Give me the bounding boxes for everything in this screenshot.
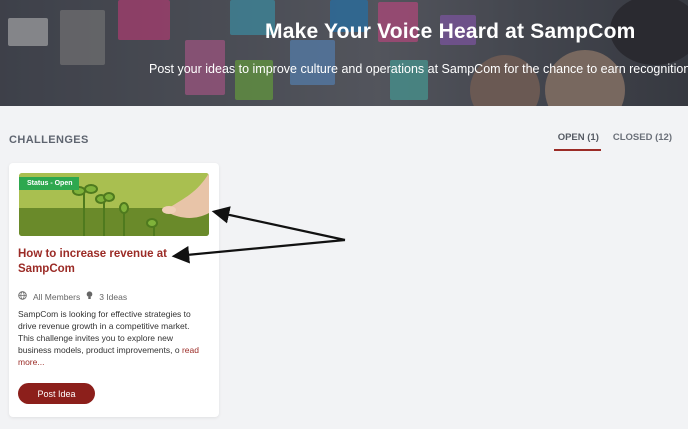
challenge-card[interactable]: Status - Open (9, 163, 219, 417)
challenge-image: Status - Open (19, 173, 209, 236)
tab-closed[interactable]: CLOSED (12) (609, 132, 674, 151)
audience-label: All Members (33, 291, 81, 302)
hero-title: Make Your Voice Heard at SampCom (265, 20, 636, 43)
status-badge: Status - Open (19, 177, 79, 190)
lightbulb-icon (86, 291, 93, 302)
challenge-description: SampCom is looking for effective strateg… (18, 308, 204, 368)
ideas-count: 3 Ideas (99, 291, 128, 302)
post-idea-button[interactable]: Post Idea (18, 383, 95, 404)
globe-icon (18, 291, 27, 302)
tab-open[interactable]: OPEN (1) (553, 132, 601, 151)
challenge-tabs: OPEN (1) CLOSED (12) (553, 132, 674, 151)
hero-overlay (0, 0, 688, 106)
hero-banner: Make Your Voice Heard at SampCom Post yo… (0, 0, 688, 106)
challenge-meta: All Members 3 Ideas (18, 291, 127, 302)
description-text: SampCom is looking for effective strateg… (18, 309, 191, 355)
arrow-to-image (211, 206, 346, 242)
challenge-title[interactable]: How to increase revenue at SampCom (18, 247, 193, 277)
section-title: CHALLENGES (9, 134, 89, 146)
hero-subtitle: Post your ideas to improve culture and o… (149, 62, 688, 76)
